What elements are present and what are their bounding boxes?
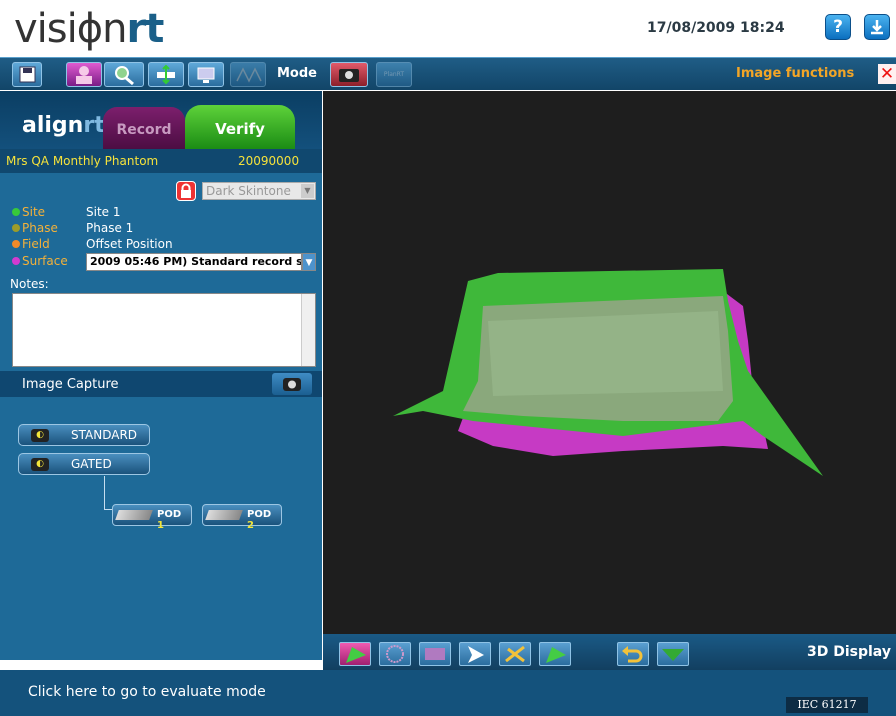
standard-capture-button[interactable]: ◐ STANDARD — [18, 424, 150, 446]
undo-button[interactable] — [617, 642, 649, 666]
zoom-button[interactable] — [104, 62, 144, 87]
capture-button[interactable] — [272, 373, 312, 395]
iec-badge: IEC 61217 — [786, 697, 868, 713]
phase-row: Phase Phase 1 — [0, 221, 322, 237]
reset-view-icon — [662, 649, 684, 661]
arrow-icon — [468, 646, 484, 663]
field-label: Field — [22, 237, 50, 251]
surface-overlay-icon — [346, 647, 366, 663]
3d-viewport[interactable] — [323, 91, 896, 634]
site-icon — [12, 208, 20, 216]
gated-capture-button[interactable]: ◐ GATED — [18, 453, 150, 475]
mesh-button[interactable] — [379, 642, 411, 666]
pointer-button[interactable] — [459, 642, 491, 666]
camera-pod-icon — [205, 510, 243, 520]
green-surface-button[interactable] — [539, 642, 571, 666]
skintone-select[interactable]: Dark Skintone ▼ — [202, 182, 316, 200]
surface-label: Surface — [22, 254, 68, 268]
left-panel: alignrt Record Verify Mrs QA Monthly Pha… — [0, 91, 322, 660]
chevron-down-icon[interactable]: ▼ — [302, 253, 316, 271]
chevron-down-icon: ▼ — [301, 184, 314, 198]
camera-icon — [339, 69, 359, 82]
surface-row: Surface — [0, 254, 86, 270]
texture-button[interactable] — [419, 642, 451, 666]
notes-textarea[interactable] — [12, 293, 316, 367]
phase-label: Phase — [22, 221, 58, 235]
footer-bar: Click here to go to evaluate mode IEC 61… — [0, 670, 896, 716]
planrt-button[interactable]: PlanRT — [376, 62, 412, 87]
site-row: Site Site 1 — [0, 205, 322, 221]
camera-mode-button[interactable] — [330, 62, 368, 87]
surface-icon — [12, 257, 20, 265]
download-icon — [871, 20, 883, 35]
field-value: Offset Position — [86, 237, 173, 251]
texture-icon — [425, 648, 445, 660]
patient-bar: Mrs QA Monthly Phantom 20090000 — [0, 149, 322, 173]
rotate-button[interactable] — [499, 642, 531, 666]
viewport-toolbar: 3D Display — [323, 634, 896, 670]
monitor-icon — [197, 67, 215, 83]
app-header: visiϕnrt 17/08/2009 18:24 ? — [0, 0, 896, 56]
calibration-icon — [236, 67, 262, 83]
calibration-button[interactable] — [230, 62, 266, 87]
field-row: Field Offset Position — [0, 237, 322, 253]
capture-icon: ◐ — [31, 429, 49, 442]
monitor-button[interactable] — [188, 62, 224, 87]
evaluate-mode-link[interactable]: Click here to go to evaluate mode — [28, 684, 266, 700]
camera-icon — [283, 378, 301, 391]
mesh-icon — [386, 645, 404, 663]
patient-name: Mrs QA Monthly Phantom — [6, 154, 159, 168]
patient-button[interactable] — [66, 62, 102, 87]
notes-scrollbar[interactable] — [301, 294, 315, 366]
couch-button[interactable] — [148, 62, 184, 87]
save-icon — [19, 66, 36, 83]
image-functions-label[interactable]: Image functions — [736, 66, 854, 81]
overlay-button[interactable] — [339, 642, 371, 666]
undo-icon — [622, 646, 643, 663]
mode-label: Mode — [277, 66, 317, 81]
help-icon: ? — [833, 17, 843, 37]
3d-display-label: 3D Display — [807, 644, 891, 660]
pod-2-button[interactable]: POD 2 — [202, 504, 282, 531]
image-capture-bar: Image Capture — [0, 371, 322, 397]
pod-1-button[interactable]: POD 1 — [112, 504, 192, 531]
lock-button[interactable] — [176, 181, 196, 201]
rotate-icon — [505, 645, 525, 663]
save-button[interactable] — [12, 62, 42, 87]
surface-select[interactable]: 2009 05:46 PM) Standard record surface — [86, 253, 302, 271]
phase-value: Phase 1 — [86, 221, 134, 235]
field-icon — [12, 240, 20, 248]
image-capture-label: Image Capture — [22, 377, 119, 392]
lock-icon — [181, 183, 191, 198]
patient-id: 20090000 — [238, 154, 300, 168]
datetime-display: 17/08/2009 18:24 — [647, 20, 785, 36]
camera-pod-icon — [115, 510, 153, 520]
notes-label: Notes: — [10, 277, 49, 291]
visionrt-logo: visiϕnrt — [14, 6, 164, 52]
surface-render — [393, 269, 823, 476]
overlap-highlight — [488, 311, 723, 396]
reset-view-button[interactable] — [657, 642, 689, 666]
site-value: Site 1 — [86, 205, 121, 219]
capture-icon: ◐ — [31, 458, 49, 471]
tab-record[interactable]: Record — [103, 107, 185, 149]
tab-verify[interactable]: Verify — [185, 105, 295, 149]
download-button[interactable] — [864, 14, 890, 40]
site-label: Site — [22, 205, 46, 219]
patient-icon — [76, 66, 92, 84]
magnifier-icon — [115, 66, 134, 86]
phase-icon — [12, 224, 20, 232]
help-button[interactable]: ? — [825, 14, 851, 40]
main-toolbar: Mode PlanRT Image functions ✕ — [0, 57, 896, 90]
brand-bar: alignrt Record Verify — [0, 91, 322, 149]
close-icon[interactable]: ✕ — [878, 64, 896, 84]
surface-icon — [546, 647, 566, 663]
tree-connector — [104, 476, 105, 509]
couch-move-icon — [157, 64, 175, 85]
alignrt-logo: alignrt — [22, 113, 105, 138]
